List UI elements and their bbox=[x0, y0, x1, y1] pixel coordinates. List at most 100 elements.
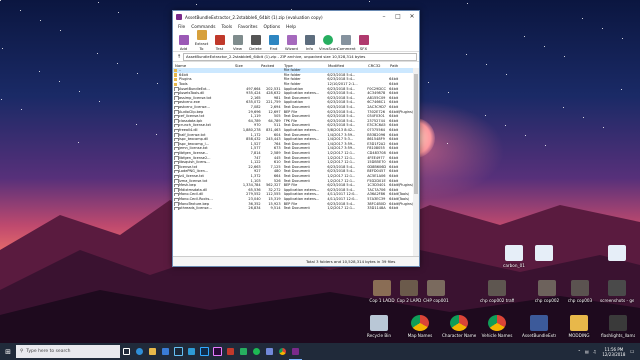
file-row[interactable]: license.txt 22,663 7,125 Text Document 6/23/… bbox=[173, 164, 413, 169]
taskbar-app-red[interactable] bbox=[224, 343, 237, 360]
taskbar-app-blue[interactable] bbox=[185, 343, 198, 360]
maximize-button[interactable]: □ bbox=[391, 11, 405, 23]
add-button[interactable]: Add bbox=[175, 35, 192, 51]
toolbar: Add Extract To Test View Delete Find Wiz… bbox=[173, 30, 419, 52]
file-row[interactable]: libfgen_license2... 747 445 Text Document 1/… bbox=[173, 155, 413, 160]
menu-commands[interactable]: Commands bbox=[188, 25, 218, 30]
menu-options[interactable]: Options bbox=[261, 25, 284, 30]
desktop-icon-file-b[interactable] bbox=[600, 245, 634, 263]
desktop-icon-chp003[interactable]: chp cop003 bbox=[563, 280, 597, 303]
desktop-icon-screenshots[interactable]: screenshots - genvaj bbox=[600, 280, 634, 303]
info-button[interactable]: Info bbox=[301, 35, 318, 51]
file-row[interactable]: libfgen_license... 7,814 2,589 Text Documen… bbox=[173, 151, 413, 156]
file-row[interactable]: MonoTexture.bep 36,352 15,923 BEP File 6/23/… bbox=[173, 201, 413, 206]
file-row[interactable]: jemn_license.txt 1,577 673 Text Document 1/4… bbox=[173, 146, 413, 151]
desktop-icon-chp002[interactable]: chp cop002 bbox=[530, 280, 564, 303]
taskbar-app-green[interactable] bbox=[237, 343, 250, 360]
file-list[interactable]: .. File folder 64bit File folder 6/23/2018 5… bbox=[173, 68, 413, 256]
file-row[interactable]: Mesh.bep 1,334,784 562,327 BEP File 6/23/201… bbox=[173, 183, 413, 188]
menu-favorites[interactable]: Favorites bbox=[235, 25, 260, 30]
taskbar-search-box[interactable]: ⚲ Type here to search bbox=[16, 345, 120, 358]
file-row[interactable]: half_license.txt 1,172 604 Text Document 1/4… bbox=[173, 132, 413, 137]
cell-name: pthreads_license... bbox=[173, 206, 235, 211]
wizard-button[interactable]: Wizard bbox=[283, 35, 300, 51]
scrollbar-thumb[interactable] bbox=[414, 74, 418, 194]
up-arrow-icon[interactable]: ↑ bbox=[175, 54, 183, 60]
menu-tools[interactable]: Tools bbox=[219, 25, 236, 30]
start-button[interactable]: ⊞ bbox=[0, 343, 16, 360]
extract-to-button[interactable]: Extract To bbox=[193, 30, 210, 51]
taskbar-edge[interactable] bbox=[133, 343, 146, 360]
desktop-icon-vehicle-names[interactable]: Vehicle Names bbox=[480, 315, 514, 338]
taskbar-steam[interactable] bbox=[172, 343, 185, 360]
archive-window[interactable]: AssetBundleExtractor_2.2stabble6_64bit (… bbox=[172, 10, 420, 267]
cell-name: 64bit bbox=[173, 73, 235, 77]
file-row[interactable]: ispc_texcomp.dll 858,432 245,443 Applicatio… bbox=[173, 137, 413, 142]
find-button[interactable]: Find bbox=[265, 35, 282, 51]
desktop-icon-character-names[interactable]: Character Names bbox=[442, 315, 476, 338]
file-row[interactable]: Mdixtmsdata.dll 65,536 32,272 Application e… bbox=[173, 187, 413, 192]
file-icon bbox=[174, 137, 179, 142]
cell-crc: 4C349878 bbox=[367, 91, 386, 96]
file-row[interactable]: Mono.Cecil.Rocks... 23,040 15,319 Applicati… bbox=[173, 197, 413, 202]
file-row[interactable]: pthreads_license... 26,834 9,514 Text Docum… bbox=[173, 206, 413, 211]
file-row[interactable]: freeall4.dll 1,880,278 831,463 Application … bbox=[173, 128, 413, 133]
file-row[interactable]: Mono.Cecil.dll 279,552 112,555 Application … bbox=[173, 192, 413, 197]
file-row[interactable]: AudioClip.bep 29,696 12,697 BEP File 6/23/20… bbox=[173, 109, 413, 114]
taskbar-discord[interactable] bbox=[263, 343, 276, 360]
taskbar-explorer[interactable] bbox=[146, 343, 159, 360]
file-row[interactable]: LodePNG_licen... 927 480 Text Document 6/23/… bbox=[173, 169, 413, 174]
desktop-icon-chp001[interactable]: CHP cop001 bbox=[419, 280, 453, 303]
cell-size: 2,165 bbox=[250, 95, 261, 100]
title-bar[interactable]: AssetBundleExtractor_2.2stabble6_64bit (… bbox=[173, 11, 419, 23]
extract-icon bbox=[196, 30, 207, 40]
notifications-icon[interactable]: ☐ bbox=[630, 349, 634, 354]
desktop-icon-modding[interactable]: MODDING bbox=[562, 315, 596, 338]
file-row[interactable]: crunch_license.txt 970 511 Text Document 6/2… bbox=[173, 123, 413, 128]
taskbar-photoshop[interactable] bbox=[198, 343, 211, 360]
network-icon[interactable]: ▤ bbox=[585, 349, 589, 354]
file-row[interactable]: lzma_license.txt 1,103 526 Text Document 1/2… bbox=[173, 178, 413, 183]
desktop-icon-flashlights[interactable]: flashlights_llama bbox=[601, 315, 635, 338]
file-row[interactable]: AssetsTools.dll 935,424 428,632 Application… bbox=[173, 91, 413, 96]
taskbar-spotify[interactable] bbox=[250, 343, 263, 360]
cell-type: File folder bbox=[283, 68, 301, 73]
file-row[interactable]: assimp_license.txt 2,165 981 Text Document 6… bbox=[173, 96, 413, 101]
sfx-button[interactable]: SFX bbox=[355, 35, 372, 51]
desktop-icon-map-names[interactable]: Map Names bbox=[403, 315, 437, 338]
archive-path-field[interactable]: AssetBundleExtractor_2.2stabble6_64bit (… bbox=[183, 52, 417, 61]
file-row[interactable]: classdata.tpk 64,789 64,789 TPK File 6/23/20… bbox=[173, 119, 413, 124]
tray-chevron-icon[interactable]: ⌃ bbox=[578, 349, 581, 354]
minimize-button[interactable]: – bbox=[377, 11, 391, 23]
file-row[interactable]: AssetBundleExt... 497,664 202,531 Applicati… bbox=[173, 86, 413, 91]
task-view-button[interactable] bbox=[120, 343, 133, 360]
file-row[interactable]: astcenc_license... 7,082 2,694 Text Documen… bbox=[173, 105, 413, 110]
taskbar-store[interactable] bbox=[159, 343, 172, 360]
taskbar-winrar[interactable] bbox=[289, 343, 302, 360]
comment-button[interactable]: Comment bbox=[337, 35, 356, 51]
file-row[interactable]: libsquish_licens... 1,122 610 Text Document… bbox=[173, 160, 413, 165]
desktop-icon-chp002-traffic[interactable]: chp cop002 traffic bbox=[480, 280, 514, 303]
desktop-icon-recycle-bin[interactable]: Recycle Bin bbox=[362, 315, 396, 338]
menu-help[interactable]: Help bbox=[283, 25, 299, 30]
view-button[interactable]: View bbox=[229, 35, 246, 51]
taskbar-premiere[interactable] bbox=[211, 343, 224, 360]
desktop-icon-carbon[interactable]: carbon_01 bbox=[497, 245, 531, 268]
taskbar-chrome[interactable] bbox=[276, 343, 289, 360]
menu-file[interactable]: File bbox=[175, 25, 188, 30]
file-row[interactable]: astcenc.exe 635,072 221,759 Application 6/23… bbox=[173, 100, 413, 105]
cell-type: BEP File bbox=[283, 201, 298, 206]
file-row[interactable]: cef_license.txt 1,119 505 Text Document 6/23… bbox=[173, 114, 413, 119]
file-row[interactable]: lz4_license.txt 1,372 664 Text Document 1/2/… bbox=[173, 174, 413, 179]
desktop-icon-file-a[interactable] bbox=[527, 245, 561, 263]
file-row[interactable]: ispc_texcomp_l... 1,527 764 Text Document 1/… bbox=[173, 142, 413, 147]
desktop-icon-assetbundleextractor[interactable]: AssetBundleExtractor bbox=[522, 315, 556, 338]
close-button[interactable]: ✕ bbox=[405, 11, 419, 23]
virusscan-button[interactable]: VirusScan bbox=[319, 35, 338, 51]
volume-icon[interactable]: ♫ bbox=[593, 349, 597, 354]
vertical-scrollbar[interactable] bbox=[413, 68, 419, 256]
delete-button[interactable]: Delete bbox=[247, 35, 264, 51]
test-button[interactable]: Test bbox=[211, 35, 228, 51]
clock[interactable]: 11:56 PM 12/23/2018 bbox=[602, 347, 625, 357]
cell-name: Tools bbox=[173, 82, 235, 86]
